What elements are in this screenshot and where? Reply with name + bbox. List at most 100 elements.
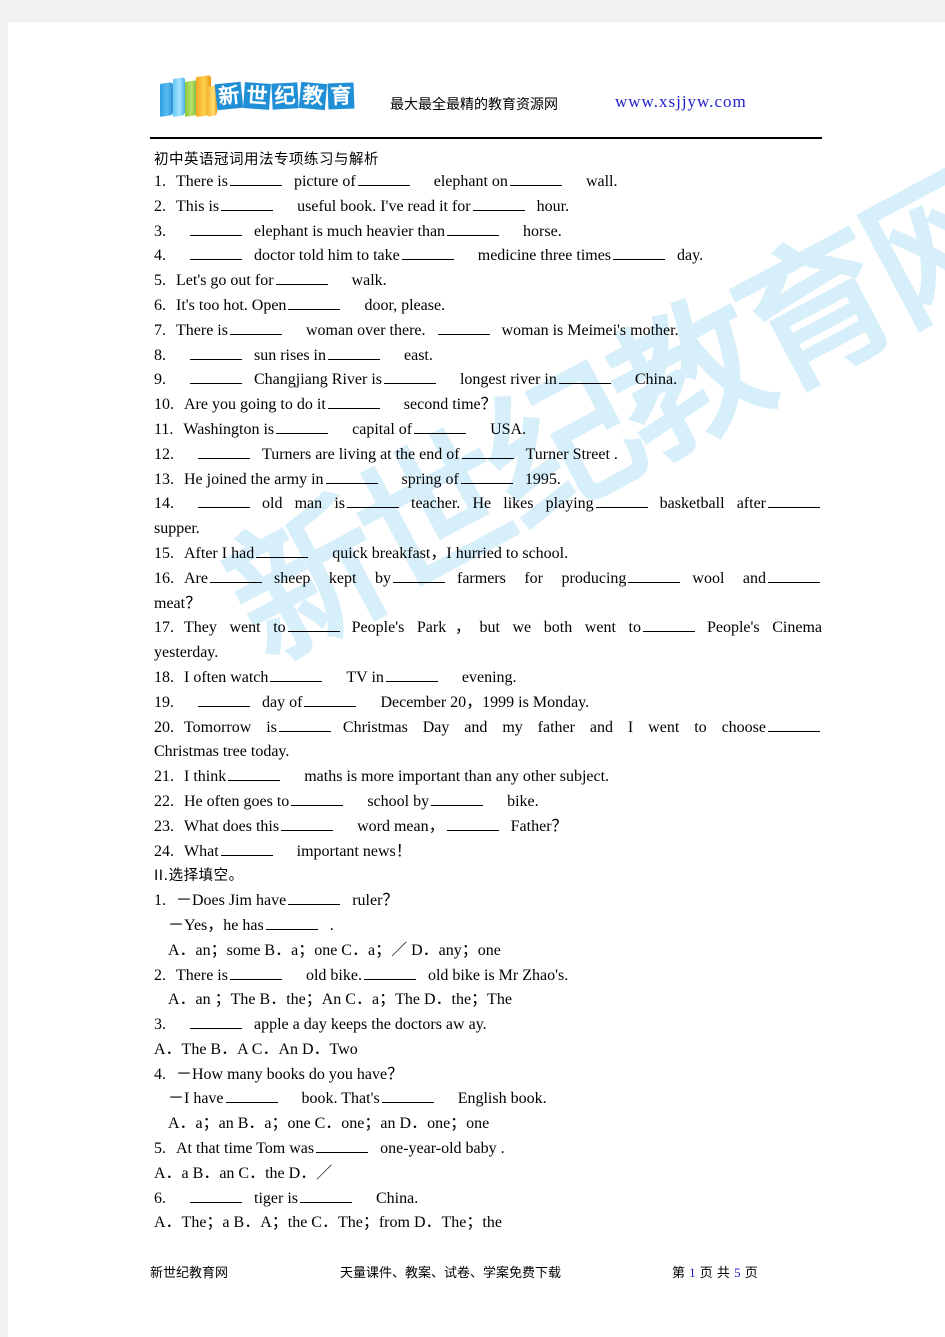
answer-blank[interactable] bbox=[447, 222, 500, 236]
answer-blank[interactable] bbox=[190, 370, 242, 385]
item-text: What does this bbox=[184, 817, 280, 835]
item-text: picture of bbox=[293, 173, 356, 190]
answer-blank[interactable] bbox=[401, 246, 454, 261]
item-text: He joined the army in bbox=[184, 470, 324, 488]
answer-blank[interactable] bbox=[228, 767, 281, 782]
answer-blank[interactable] bbox=[385, 668, 438, 682]
exercise-line: 15. After I had quick breakfast，I hurried … bbox=[154, 542, 822, 567]
answer-blank[interactable] bbox=[595, 494, 648, 509]
exercise-line: 9. Changjiang River is longest river in Chi… bbox=[154, 368, 822, 393]
answer-blank[interactable] bbox=[256, 544, 309, 558]
answer-blank[interactable] bbox=[229, 321, 282, 335]
answer-blank[interactable] bbox=[558, 370, 611, 385]
item-text: Changjiang River is bbox=[254, 371, 382, 389]
answer-blank[interactable] bbox=[327, 395, 380, 410]
answer-blank[interactable] bbox=[383, 370, 436, 385]
footer-row: 新世纪教育网 天量课件、教案、试卷、学案免费下载 第 1 页 共 5 页 bbox=[150, 1262, 822, 1281]
header-url[interactable]: www.xsjjyw.com bbox=[615, 92, 747, 112]
item-text: bike. bbox=[507, 792, 539, 810]
answer-blank[interactable] bbox=[768, 569, 820, 583]
answer-blank[interactable] bbox=[225, 1089, 278, 1104]
answer-blank[interactable] bbox=[414, 420, 467, 434]
choice-options[interactable]: A．The；a B．A；the C．The；from D．The；the bbox=[154, 1211, 822, 1236]
item-number: 6. bbox=[154, 296, 166, 314]
answer-blank[interactable] bbox=[288, 296, 341, 310]
answer-blank[interactable] bbox=[278, 718, 331, 732]
answer-blank[interactable] bbox=[265, 916, 318, 930]
choice-options[interactable]: A．a；an B．a；one C．one；an D．one；one bbox=[168, 1112, 822, 1137]
item-text: old man is bbox=[262, 495, 345, 513]
item-number: 19. bbox=[154, 693, 174, 711]
answer-blank[interactable] bbox=[472, 197, 525, 211]
answer-blank[interactable] bbox=[220, 842, 273, 856]
answer-blank[interactable] bbox=[316, 1139, 369, 1154]
answer-blank[interactable] bbox=[392, 569, 445, 583]
item-text: capital of bbox=[352, 420, 413, 438]
choice-section: 1. －Does Jim have ruler？ －Yes，he has. A．an… bbox=[150, 889, 822, 1236]
exercise-continuation: meat？ bbox=[154, 594, 202, 612]
answer-blank[interactable] bbox=[270, 668, 323, 682]
answer-blank[interactable] bbox=[190, 346, 242, 360]
answer-blank[interactable] bbox=[628, 569, 681, 583]
answer-blank[interactable] bbox=[229, 966, 282, 980]
item-text: They went to bbox=[184, 619, 286, 637]
item-text: Let's go out for bbox=[176, 272, 274, 290]
item-text: school by bbox=[367, 792, 430, 810]
answer-blank[interactable] bbox=[446, 817, 499, 831]
answer-blank[interactable] bbox=[229, 172, 282, 186]
answer-blank[interactable] bbox=[281, 817, 334, 831]
answer-blank[interactable] bbox=[363, 966, 416, 980]
answer-blank[interactable] bbox=[198, 494, 250, 509]
answer-blank[interactable] bbox=[381, 1089, 434, 1104]
item-text: quick breakfast，I hurried to school. bbox=[332, 544, 569, 562]
answer-blank[interactable] bbox=[509, 172, 562, 186]
answer-blank[interactable] bbox=[304, 693, 357, 707]
answer-blank[interactable] bbox=[190, 222, 242, 236]
item-number: 3. bbox=[154, 1016, 166, 1034]
page-suffix: 页 bbox=[744, 1266, 758, 1281]
answer-blank[interactable] bbox=[437, 321, 490, 335]
answer-blank[interactable] bbox=[347, 494, 399, 509]
answer-blank[interactable] bbox=[768, 718, 820, 732]
answer-blank[interactable] bbox=[325, 470, 378, 484]
choice-options[interactable]: A．The B．A C．An D．Two bbox=[154, 1038, 822, 1063]
item-text: old bike is Mr Zhao's. bbox=[427, 966, 569, 984]
answer-blank[interactable] bbox=[357, 172, 410, 186]
answer-blank[interactable] bbox=[198, 693, 250, 707]
answer-blank[interactable] bbox=[431, 792, 484, 806]
footer-page-info: 第 1 页 共 5 页 bbox=[672, 1262, 822, 1281]
answer-blank[interactable] bbox=[288, 891, 341, 906]
answer-blank[interactable] bbox=[198, 445, 250, 459]
answer-blank[interactable] bbox=[190, 1015, 242, 1030]
document-content: 新 世 纪 教 育 最大最全最精的教育资源网 www.xsjjyw.com 初中… bbox=[150, 56, 822, 1236]
answer-blank[interactable] bbox=[287, 618, 340, 633]
choice-stem: 4. －How many books do you have？ bbox=[154, 1063, 822, 1088]
answer-blank[interactable] bbox=[190, 1189, 242, 1203]
answer-blank[interactable] bbox=[460, 470, 513, 484]
answer-blank[interactable] bbox=[221, 197, 274, 211]
answer-blank[interactable] bbox=[461, 445, 514, 459]
answer-blank[interactable] bbox=[768, 494, 820, 509]
item-text: There is bbox=[176, 966, 228, 984]
answer-blank[interactable] bbox=[642, 618, 695, 633]
choice-options[interactable]: A．an；some B．a；one C．a；／ D．any；one bbox=[168, 939, 822, 964]
answer-blank[interactable] bbox=[190, 246, 242, 261]
item-text: After I had bbox=[184, 544, 255, 562]
answer-blank[interactable] bbox=[276, 420, 329, 434]
answer-blank[interactable] bbox=[328, 346, 380, 360]
choice-options[interactable]: A．a B．an C．the D．／ bbox=[154, 1162, 822, 1187]
item-text: People's Cinema bbox=[706, 619, 822, 637]
answer-blank[interactable] bbox=[291, 792, 344, 806]
item-text: TV in bbox=[346, 668, 384, 686]
answer-blank[interactable] bbox=[275, 271, 328, 286]
choice-options[interactable]: A．an ；The B．the；An C．a；The D．the；The bbox=[168, 988, 822, 1013]
item-text: Tomorrow is bbox=[184, 718, 277, 736]
exercise-line: 21. I think maths is more important than a… bbox=[154, 765, 822, 790]
item-number: 17. bbox=[154, 619, 174, 637]
book-shape bbox=[173, 77, 185, 117]
answer-blank[interactable] bbox=[300, 1189, 352, 1203]
answer-blank[interactable] bbox=[613, 246, 666, 261]
answer-blank[interactable] bbox=[209, 569, 262, 583]
item-text: USA. bbox=[490, 420, 527, 438]
item-number: 5. bbox=[154, 272, 166, 290]
